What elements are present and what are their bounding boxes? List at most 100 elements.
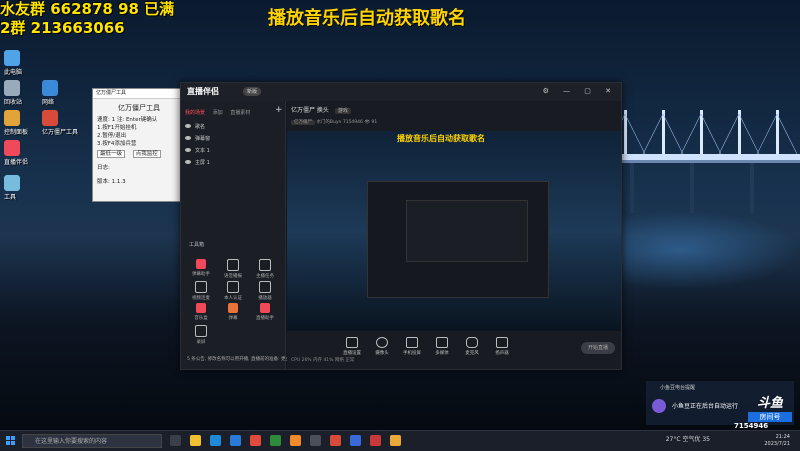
app-icon[interactable] [390, 435, 401, 446]
scene-item[interactable]: 文本 1 [185, 147, 210, 154]
overlay-line-1: 水友群 662878 98 已满 [0, 0, 175, 18]
app-icon[interactable] [270, 435, 281, 446]
live-settings-button[interactable]: 直播设置 [337, 337, 367, 356]
app-titlebar[interactable]: 直播伴侣 新版 ⚙ — ▢ ✕ [181, 83, 621, 101]
store-icon[interactable] [230, 435, 241, 446]
tool-link[interactable]: 视频连麦 [185, 281, 217, 301]
camera-button[interactable]: 摄像头 [367, 337, 397, 356]
tab-my-scenes[interactable]: 我的场景 [185, 110, 205, 116]
desktop-icon-label: 网络 [42, 99, 55, 106]
eye-icon[interactable] [185, 136, 191, 140]
toolbox-label: 工具箱 [189, 242, 205, 248]
phone-cast-button[interactable]: 手机投屏 [397, 337, 427, 356]
weather-widget[interactable]: 27°C 空气优 35 [666, 434, 710, 443]
room-id: 7154946 [342, 120, 363, 125]
tool-voice[interactable]: 语音播报 [217, 259, 249, 279]
stream-overlay-text: 水友群 662878 98 已满 2群 213663066 [0, 0, 174, 38]
record-icon [195, 325, 207, 337]
tab-materials[interactable]: 直播素材 [230, 110, 250, 116]
center-panel: 亿万僵尸 换头 游戏 亿万僵尸 水门的Buyn 7154946 👁 91 播放音… [287, 101, 621, 369]
tool-record[interactable]: 录屏 [185, 325, 217, 345]
tool-log-label: 日志: [97, 165, 110, 171]
add-scene-icon[interactable]: + [275, 105, 283, 115]
eye-icon[interactable] [185, 160, 191, 164]
microphone-button[interactable]: 麦克风 [457, 337, 487, 356]
status-line: CPU 26% 内存 41% 网络 正常 [291, 358, 355, 363]
desktop-icon-tools[interactable]: 工具 [4, 175, 74, 201]
lowest-level-button[interactable]: 最低一级 [97, 150, 126, 158]
tool-bullet[interactable]: 弹幕 [217, 303, 249, 321]
tool-buttons: 最低一级 点我监控 [93, 150, 185, 158]
live-companion-window[interactable]: 直播伴侣 新版 ⚙ — ▢ ✕ 我的场景 添加 直播素材 + 歌名 弹幕窗 文本… [180, 82, 622, 370]
tool-assistant[interactable]: 直播助手 [249, 303, 281, 321]
eye-icon[interactable] [185, 124, 191, 128]
taskbar: 在这里输入你要搜索的内容 27°C 空气优 35 21:24 2023/7/21 [0, 430, 800, 451]
tools-folder-icon [4, 175, 20, 191]
desktop-icon-computer[interactable]: 此电脑 [4, 50, 74, 76]
room-owner: 水门的Buyn [316, 120, 342, 125]
monitor-button[interactable]: 点我监控 [132, 150, 161, 158]
nested-preview-inner [406, 200, 528, 262]
desktop-icon-label: 控制面板 [4, 129, 29, 136]
room-title[interactable]: 亿万僵尸 换头 [291, 107, 329, 114]
window-controls[interactable]: ⚙ — ▢ ✕ [543, 87, 617, 95]
system-clock[interactable]: 21:24 2023/7/21 [764, 434, 790, 448]
tool-row: 2.暂停/退出 [97, 133, 127, 139]
desktop-icon-label: 直播伴侣 [4, 159, 29, 166]
scene-item[interactable]: 歌名 [185, 123, 205, 130]
app-icon[interactable] [310, 435, 321, 446]
app-icon[interactable] [350, 435, 361, 446]
control-panel-icon [4, 110, 20, 126]
scene-item[interactable]: 弹幕窗 [185, 135, 210, 142]
app-icon[interactable] [370, 435, 381, 446]
tool-titlebar[interactable]: 亿万僵尸工具 [93, 89, 185, 99]
media-button[interactable]: 多媒体 [427, 337, 457, 356]
music-icon [196, 303, 206, 313]
player-icon [259, 281, 271, 293]
notification-avatar [652, 399, 666, 413]
tool-danmu[interactable]: 弹幕助手 [185, 259, 217, 277]
overlay-line-2: 2群 213663066 [0, 19, 125, 37]
app-icon[interactable] [290, 435, 301, 446]
scene-item[interactable]: 主屏 1 [185, 159, 210, 166]
stream-preview[interactable]: 播放音乐后自动获取歌名 [287, 131, 621, 331]
desktop-icon-label: 工具 [4, 194, 17, 201]
windows-start-icon[interactable] [6, 436, 16, 446]
speaker-button[interactable]: 扬声器 [487, 337, 517, 356]
preview-banner: 播放音乐后自动获取歌名 [397, 134, 485, 143]
viewer-count: 91 [371, 120, 378, 125]
task-view-icon[interactable] [170, 435, 181, 446]
tool-verify[interactable]: 本人认证 [217, 281, 249, 301]
tool-task[interactable]: 主播任务 [249, 259, 281, 279]
scene-tabs: 我的场景 添加 直播素材 [185, 109, 256, 116]
eye-icon[interactable] [185, 148, 191, 152]
danmu-icon [196, 259, 206, 269]
link-icon [195, 281, 207, 293]
tool-music[interactable]: 音乐盒 [185, 303, 217, 321]
douyu-badge: 斗鱼 房间号 [748, 392, 792, 424]
tool-player[interactable]: 播放器 [249, 281, 281, 301]
notice-bar[interactable]: 5 条公告, 修改名称可以用开播, 直播前的准备: 更多 [187, 356, 290, 362]
speaker-icon [496, 337, 508, 348]
start-live-button[interactable]: 开始直播 [581, 342, 615, 354]
douyu-logo: 斗鱼 [756, 396, 783, 411]
task-icon [259, 259, 271, 271]
bullet-icon [228, 303, 238, 313]
tool-version: 版本: 1.1.3 [97, 179, 126, 185]
assistant-icon [260, 303, 270, 313]
desktop-icon-live[interactable]: 直播伴侣 [4, 140, 74, 166]
edge-icon[interactable] [210, 435, 221, 446]
live-controls: 直播设置 摄像头 手机投屏 多媒体 麦克风 扬声器 开始直播 [287, 331, 621, 369]
bridge-scenery [600, 110, 800, 213]
tool-heading: 亿万僵尸工具 [118, 104, 160, 112]
browser-icon[interactable] [250, 435, 261, 446]
app-icon[interactable] [330, 435, 341, 446]
clock-date: 2023/7/21 [764, 441, 790, 447]
zombie-tool-window[interactable]: 亿万僵尸工具 亿万僵尸工具 速度: 1 注: Enter键确认 1.按F1开始挂… [92, 88, 186, 202]
taskbar-search-input[interactable]: 在这里输入你要搜索的内容 [22, 434, 162, 448]
douyu-room-number: 7154946 [734, 422, 769, 430]
tab-add[interactable]: 添加 [213, 110, 223, 116]
room-info-row: 亿万僵尸 水门的Buyn 7154946 👁 91 [291, 119, 377, 125]
file-explorer-icon[interactable] [190, 435, 201, 446]
room-tag[interactable]: 游戏 [334, 108, 351, 114]
